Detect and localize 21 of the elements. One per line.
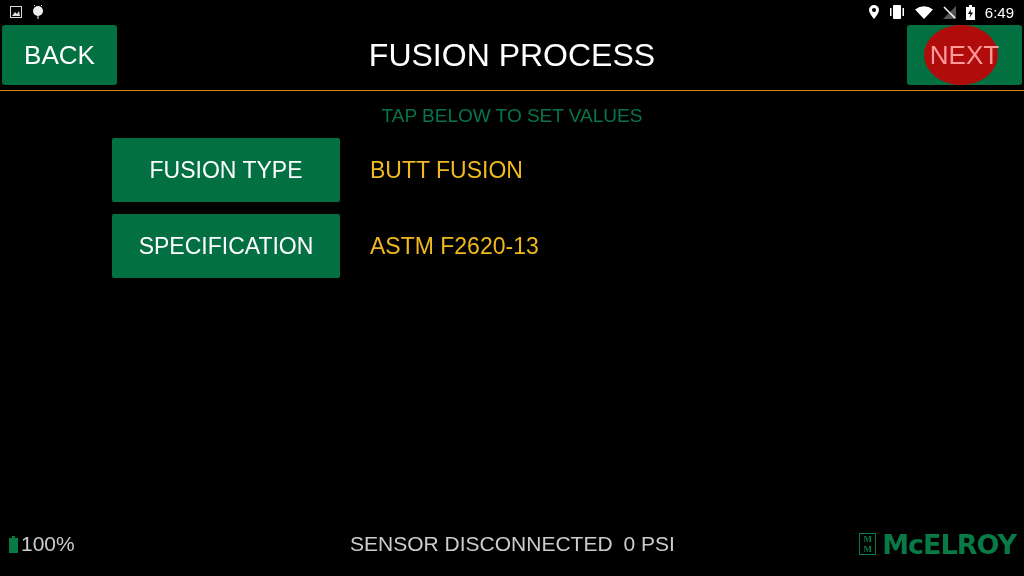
battery-icon [9, 535, 18, 553]
back-button[interactable]: BACK [2, 25, 117, 85]
clock: 6:49 [984, 3, 1014, 21]
logo-mark: MM [859, 533, 877, 555]
location-icon [868, 5, 879, 19]
setting-value: ASTM F2620-13 [370, 232, 539, 260]
setting-value: BUTT FUSION [370, 156, 523, 184]
wifi-icon [914, 5, 933, 19]
screen-title: FUSION PROCESS [368, 36, 656, 74]
no-signal-icon [942, 5, 956, 19]
vibrate-icon [888, 5, 905, 19]
setting-button[interactable]: SPECIFICATION [112, 214, 340, 278]
pressure-reading: 0 PSI [623, 532, 675, 556]
instruction-text: TAP BELOW TO SET VALUES [380, 105, 644, 127]
battery-charging-icon [965, 4, 975, 20]
sensor-status: SENSOR DISCONNECTED [350, 532, 613, 556]
battery-level: 100% [21, 532, 75, 556]
android-icon [32, 5, 44, 19]
image-icon [10, 6, 22, 18]
logo-name: McELROY [882, 528, 1016, 560]
setting-button[interactable]: FUSION TYPE [112, 138, 340, 202]
